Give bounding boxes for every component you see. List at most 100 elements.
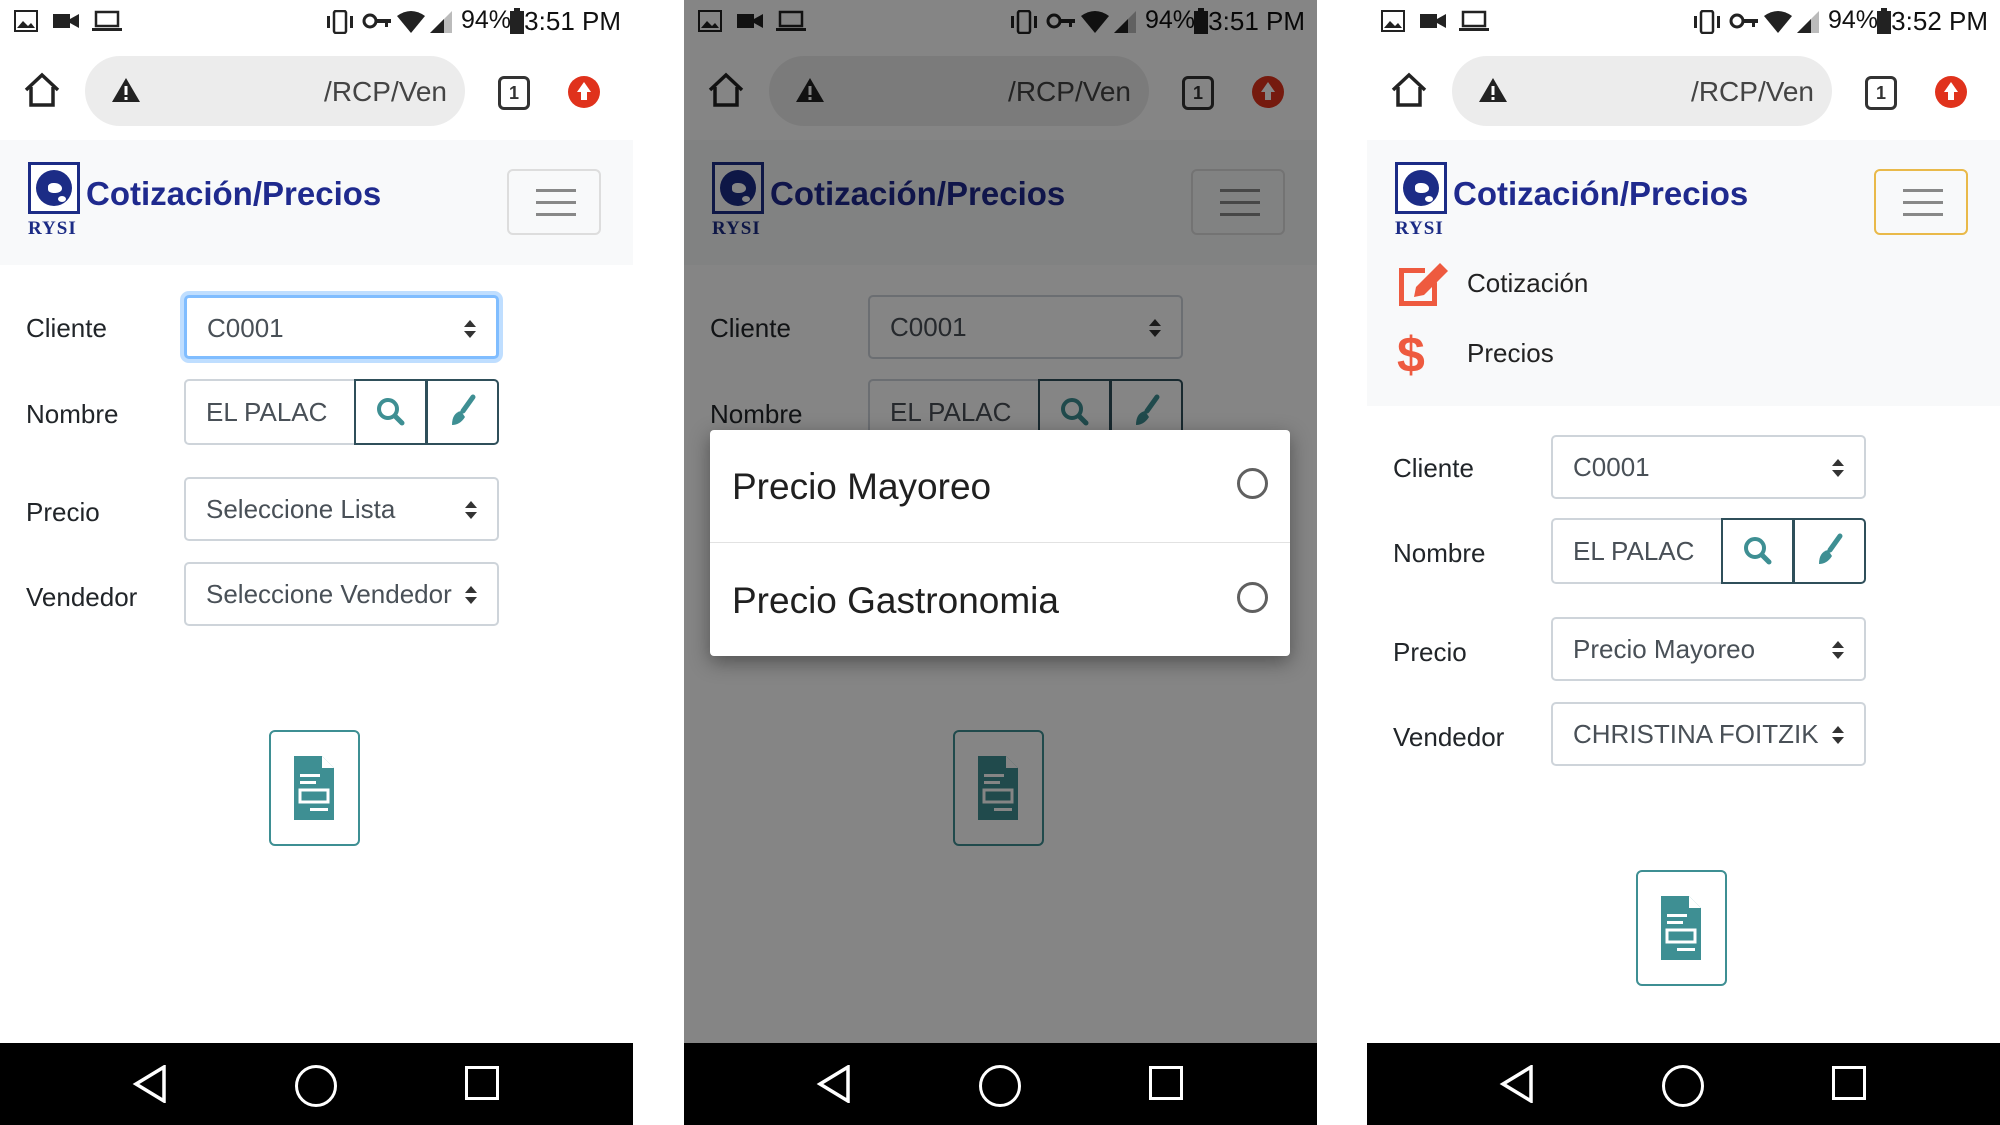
- option-precio-mayoreo[interactable]: Precio Mayoreo: [710, 430, 1290, 543]
- update-icon[interactable]: [568, 76, 600, 108]
- home-nav-icon[interactable]: [1662, 1065, 1704, 1107]
- home-nav-icon[interactable]: [979, 1065, 1021, 1107]
- globe-icon: [1395, 162, 1447, 214]
- back-icon[interactable]: [1499, 1065, 1535, 1103]
- screen-menu-open: 94% 3:52 PM /RCP/Ven 1 RYSI Cotización/P…: [1367, 0, 2000, 1125]
- android-nav-bar: [684, 1043, 1317, 1125]
- home-nav-icon[interactable]: [295, 1065, 337, 1107]
- wifi-icon: [1764, 11, 1792, 33]
- tab-switcher-button[interactable]: 1: [498, 76, 530, 110]
- recents-icon[interactable]: [465, 1066, 499, 1100]
- video-notification-icon: [53, 14, 79, 28]
- vibrate-icon: [327, 10, 353, 34]
- battery-icon: [1877, 8, 1891, 34]
- update-icon[interactable]: [1935, 76, 1967, 108]
- generate-document-button[interactable]: [269, 730, 360, 846]
- search-button[interactable]: [1721, 518, 1794, 584]
- home-icon[interactable]: [22, 70, 62, 110]
- recents-icon[interactable]: [1149, 1066, 1183, 1100]
- menu-toggle-button[interactable]: [507, 169, 601, 235]
- nombre-label: Nombre: [26, 399, 119, 429]
- app-navbar-expanded: RYSI Cotización/Precios Cotización $ Pre…: [1367, 140, 2000, 406]
- battery-percent: 94%: [461, 6, 512, 34]
- android-nav-bar: [0, 1043, 633, 1125]
- nombre-value: EL PALAC: [1573, 536, 1695, 566]
- brush-icon: [1819, 533, 1843, 564]
- cliente-label: Cliente: [1393, 453, 1474, 483]
- warning-icon: [1479, 78, 1507, 102]
- tab-switcher-button[interactable]: 1: [1865, 76, 1897, 110]
- radio-button[interactable]: [1237, 468, 1268, 499]
- vendedor-select[interactable]: CHRISTINA FOITZIK: [1551, 702, 1866, 766]
- precio-value: Precio Mayoreo: [1573, 634, 1756, 664]
- radio-button[interactable]: [1237, 582, 1268, 613]
- brand-title[interactable]: Cotización/Precios: [1453, 175, 1748, 213]
- signal-icon: [1797, 11, 1819, 33]
- precio-select[interactable]: Precio Mayoreo: [1551, 617, 1866, 681]
- app-navbar: RYSI Cotización/Precios: [0, 140, 633, 265]
- home-icon[interactable]: [1389, 70, 1429, 110]
- brand-title[interactable]: Cotización/Precios: [86, 175, 381, 213]
- cliente-label: Cliente: [26, 313, 107, 343]
- nombre-input[interactable]: EL PALAC: [184, 379, 356, 445]
- back-icon[interactable]: [132, 1065, 168, 1103]
- svg-text:$: $: [1397, 328, 1425, 380]
- vibrate-icon: [1694, 10, 1720, 34]
- select-caret-icon: [465, 586, 477, 606]
- clock: 3:52 PM: [1891, 6, 1988, 36]
- select-caret-icon: [465, 501, 477, 521]
- vpn-key-icon: [1729, 13, 1758, 29]
- cliente-select[interactable]: C0001: [1551, 435, 1866, 499]
- select-caret-icon: [1832, 459, 1844, 479]
- brush-icon: [452, 394, 476, 425]
- screen-precio-dialog: 94% 3:51 PM /RCP/Ven 1 RYSI Cotización/P…: [684, 0, 1317, 1125]
- logo-text: RYSI: [28, 218, 77, 239]
- gallery-notification-icon: [1381, 10, 1405, 32]
- warning-icon: [112, 78, 140, 102]
- nombre-input[interactable]: EL PALAC: [1551, 518, 1723, 584]
- cliente-select[interactable]: C0001: [184, 295, 499, 359]
- nombre-input-group: EL PALAC: [1551, 518, 1866, 584]
- search-button[interactable]: [354, 379, 427, 445]
- battery-icon: [510, 8, 524, 34]
- select-caret-icon: [464, 320, 476, 340]
- nombre-label: Nombre: [1393, 538, 1486, 568]
- option-precio-gastronomia[interactable]: Precio Gastronomia: [710, 544, 1290, 656]
- status-bar: 94% 3:52 PM: [1367, 0, 2000, 44]
- browser-toolbar: /RCP/Ven 1: [0, 44, 633, 140]
- precio-value: Seleccione Lista: [206, 494, 396, 524]
- vpn-key-icon: [362, 13, 391, 29]
- rysi-logo: RYSI: [1393, 162, 1451, 239]
- clear-button[interactable]: [426, 379, 499, 445]
- rysi-logo: RYSI: [26, 162, 84, 239]
- android-nav-bar: [1367, 1043, 2000, 1125]
- edit-icon: [1399, 263, 1448, 306]
- precio-options-dialog: Precio Mayoreo Precio Gastronomia: [710, 430, 1290, 656]
- wifi-icon: [397, 11, 425, 33]
- globe-icon: [28, 162, 80, 214]
- vendedor-value: Seleccione Vendedor: [206, 579, 452, 609]
- screen-initial: 94% 3:51 PM /RCP/Ven 1 RYSI Cotización/P…: [0, 0, 633, 1125]
- address-bar[interactable]: /RCP/Ven: [85, 56, 465, 126]
- document-icon: [294, 756, 334, 820]
- select-caret-icon: [1832, 641, 1844, 661]
- document-icon: [1661, 896, 1701, 960]
- address-bar[interactable]: /RCP/Ven: [1452, 56, 1832, 126]
- nombre-value: EL PALAC: [206, 397, 328, 427]
- signal-icon: [430, 11, 452, 33]
- option-label: Precio Mayoreo: [732, 466, 992, 507]
- vendedor-label: Vendedor: [1393, 722, 1505, 752]
- vendedor-select[interactable]: Seleccione Vendedor: [184, 562, 499, 626]
- menu-item-label: Cotización: [1467, 268, 1589, 298]
- precio-select[interactable]: Seleccione Lista: [184, 477, 499, 541]
- back-icon[interactable]: [816, 1065, 852, 1103]
- option-label: Precio Gastronomia: [732, 580, 1059, 621]
- recents-icon[interactable]: [1832, 1066, 1866, 1100]
- browser-toolbar: /RCP/Ven 1: [1367, 44, 2000, 140]
- search-icon: [377, 398, 405, 426]
- menu-toggle-button[interactable]: [1874, 169, 1968, 235]
- clear-button[interactable]: [1793, 518, 1866, 584]
- battery-percent: 94%: [1828, 6, 1879, 34]
- vendedor-value: CHRISTINA FOITZIK: [1573, 719, 1819, 749]
- generate-document-button[interactable]: [1636, 870, 1727, 986]
